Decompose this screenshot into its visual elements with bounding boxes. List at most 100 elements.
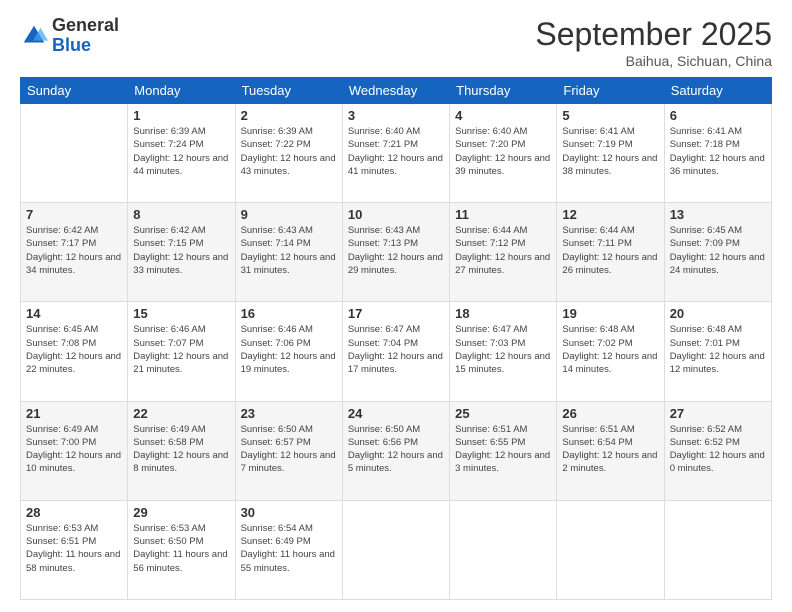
cell-info: Sunrise: 6:39 AMSunset: 7:22 PMDaylight:… <box>241 125 337 178</box>
cell-info: Sunrise: 6:41 AMSunset: 7:18 PMDaylight:… <box>670 125 766 178</box>
header-tuesday: Tuesday <box>235 78 342 104</box>
day-number: 5 <box>562 108 658 123</box>
cell-info: Sunrise: 6:41 AMSunset: 7:19 PMDaylight:… <box>562 125 658 178</box>
calendar-cell: 20 Sunrise: 6:48 AMSunset: 7:01 PMDayligh… <box>664 302 771 401</box>
header-wednesday: Wednesday <box>342 78 449 104</box>
calendar-week-3: 14Sunrise: 6:45 AMSunset: 7:08 PMDayligh… <box>21 302 772 401</box>
calendar-cell: 21Sunrise: 6:49 AMSunset: 7:00 PMDayligh… <box>21 401 128 500</box>
cell-info: Sunrise: 6:47 AMSunset: 7:04 PMDaylight:… <box>348 323 444 376</box>
calendar-cell: 9 Sunrise: 6:43 AMSunset: 7:14 PMDaylight… <box>235 203 342 302</box>
calendar-cell: 28Sunrise: 6:53 AMSunset: 6:51 PMDayligh… <box>21 500 128 599</box>
calendar-cell: 8 Sunrise: 6:42 AMSunset: 7:15 PMDaylight… <box>128 203 235 302</box>
calendar-cell: 14Sunrise: 6:45 AMSunset: 7:08 PMDayligh… <box>21 302 128 401</box>
cell-info: Sunrise: 6:51 AMSunset: 6:54 PMDaylight:… <box>562 423 658 476</box>
day-number: 30 <box>241 505 337 520</box>
header-monday: Monday <box>128 78 235 104</box>
header-thursday: Thursday <box>450 78 557 104</box>
day-number: 19 <box>562 306 658 321</box>
cell-info: Sunrise: 6:48 AMSunset: 7:02 PMDaylight:… <box>562 323 658 376</box>
cell-info: Sunrise: 6:51 AMSunset: 6:55 PMDaylight:… <box>455 423 551 476</box>
calendar-week-2: 7 Sunrise: 6:42 AMSunset: 7:17 PMDaylight… <box>21 203 772 302</box>
day-number: 24 <box>348 406 444 421</box>
cell-info: Sunrise: 6:53 AMSunset: 6:50 PMDaylight:… <box>133 522 229 575</box>
cell-info: Sunrise: 6:53 AMSunset: 6:51 PMDaylight:… <box>26 522 122 575</box>
calendar-cell: 12Sunrise: 6:44 AMSunset: 7:11 PMDayligh… <box>557 203 664 302</box>
calendar-cell: 13 Sunrise: 6:45 AMSunset: 7:09 PMDayligh… <box>664 203 771 302</box>
day-number: 8 <box>133 207 229 222</box>
calendar-week-5: 28Sunrise: 6:53 AMSunset: 6:51 PMDayligh… <box>21 500 772 599</box>
cell-info: Sunrise: 6:43 AMSunset: 7:14 PMDaylight:… <box>241 224 337 277</box>
day-number: 20 <box>670 306 766 321</box>
day-number: 1 <box>133 108 229 123</box>
cell-info: Sunrise: 6:43 AMSunset: 7:13 PMDaylight:… <box>348 224 444 277</box>
cell-info: Sunrise: 6:44 AMSunset: 7:11 PMDaylight:… <box>562 224 658 277</box>
cell-info: Sunrise: 6:49 AMSunset: 7:00 PMDaylight:… <box>26 423 122 476</box>
cell-info: Sunrise: 6:48 AMSunset: 7:01 PMDaylight:… <box>670 323 766 376</box>
cell-info: Sunrise: 6:46 AMSunset: 7:06 PMDaylight:… <box>241 323 337 376</box>
subtitle: Baihua, Sichuan, China <box>535 53 772 69</box>
cell-info: Sunrise: 6:42 AMSunset: 7:17 PMDaylight:… <box>26 224 122 277</box>
calendar-cell <box>450 500 557 599</box>
calendar-table: SundayMondayTuesdayWednesdayThursdayFrid… <box>20 77 772 600</box>
calendar-cell <box>557 500 664 599</box>
calendar-cell: 4 Sunrise: 6:40 AMSunset: 7:20 PMDaylight… <box>450 104 557 203</box>
calendar-cell: 2 Sunrise: 6:39 AMSunset: 7:22 PMDaylight… <box>235 104 342 203</box>
cell-info: Sunrise: 6:50 AMSunset: 6:57 PMDaylight:… <box>241 423 337 476</box>
header-friday: Friday <box>557 78 664 104</box>
calendar-cell: 3 Sunrise: 6:40 AMSunset: 7:21 PMDaylight… <box>342 104 449 203</box>
cell-info: Sunrise: 6:42 AMSunset: 7:15 PMDaylight:… <box>133 224 229 277</box>
day-number: 16 <box>241 306 337 321</box>
cell-info: Sunrise: 6:45 AMSunset: 7:08 PMDaylight:… <box>26 323 122 376</box>
calendar-cell: 6 Sunrise: 6:41 AMSunset: 7:18 PMDaylight… <box>664 104 771 203</box>
calendar-cell: 16 Sunrise: 6:46 AMSunset: 7:06 PMDayligh… <box>235 302 342 401</box>
calendar-cell: 25 Sunrise: 6:51 AMSunset: 6:55 PMDayligh… <box>450 401 557 500</box>
day-number: 6 <box>670 108 766 123</box>
calendar-cell: 19 Sunrise: 6:48 AMSunset: 7:02 PMDayligh… <box>557 302 664 401</box>
calendar-cell <box>21 104 128 203</box>
logo-blue: Blue <box>52 35 91 55</box>
day-number: 29 <box>133 505 229 520</box>
calendar-cell: 24 Sunrise: 6:50 AMSunset: 6:56 PMDayligh… <box>342 401 449 500</box>
header: General Blue September 2025 Baihua, Sich… <box>20 16 772 69</box>
day-number: 17 <box>348 306 444 321</box>
cell-info: Sunrise: 6:46 AMSunset: 7:07 PMDaylight:… <box>133 323 229 376</box>
day-number: 10 <box>348 207 444 222</box>
header-sunday: Sunday <box>21 78 128 104</box>
calendar-cell: 7 Sunrise: 6:42 AMSunset: 7:17 PMDaylight… <box>21 203 128 302</box>
calendar-cell: 15 Sunrise: 6:46 AMSunset: 7:07 PMDayligh… <box>128 302 235 401</box>
day-number: 25 <box>455 406 551 421</box>
calendar-cell: 5 Sunrise: 6:41 AMSunset: 7:19 PMDaylight… <box>557 104 664 203</box>
page: General Blue September 2025 Baihua, Sich… <box>0 0 792 612</box>
calendar-cell: 11Sunrise: 6:44 AMSunset: 7:12 PMDayligh… <box>450 203 557 302</box>
calendar-cell: 30 Sunrise: 6:54 AMSunset: 6:49 PMDayligh… <box>235 500 342 599</box>
cell-info: Sunrise: 6:50 AMSunset: 6:56 PMDaylight:… <box>348 423 444 476</box>
calendar-cell: 18 Sunrise: 6:47 AMSunset: 7:03 PMDayligh… <box>450 302 557 401</box>
cell-info: Sunrise: 6:40 AMSunset: 7:21 PMDaylight:… <box>348 125 444 178</box>
day-number: 26 <box>562 406 658 421</box>
day-number: 4 <box>455 108 551 123</box>
cell-info: Sunrise: 6:47 AMSunset: 7:03 PMDaylight:… <box>455 323 551 376</box>
day-number: 18 <box>455 306 551 321</box>
day-number: 7 <box>26 207 122 222</box>
day-number: 27 <box>670 406 766 421</box>
cell-info: Sunrise: 6:45 AMSunset: 7:09 PMDaylight:… <box>670 224 766 277</box>
cell-info: Sunrise: 6:54 AMSunset: 6:49 PMDaylight:… <box>241 522 337 575</box>
calendar-cell: 23Sunrise: 6:50 AMSunset: 6:57 PMDayligh… <box>235 401 342 500</box>
calendar-cell: 1Sunrise: 6:39 AMSunset: 7:24 PMDaylight… <box>128 104 235 203</box>
day-number: 3 <box>348 108 444 123</box>
calendar-cell: 10 Sunrise: 6:43 AMSunset: 7:13 PMDayligh… <box>342 203 449 302</box>
day-number: 15 <box>133 306 229 321</box>
logo-general: General <box>52 15 119 35</box>
cell-info: Sunrise: 6:40 AMSunset: 7:20 PMDaylight:… <box>455 125 551 178</box>
day-number: 9 <box>241 207 337 222</box>
day-number: 11 <box>455 207 551 222</box>
logo-text: General Blue <box>52 16 119 56</box>
calendar-cell: 29 Sunrise: 6:53 AMSunset: 6:50 PMDayligh… <box>128 500 235 599</box>
day-number: 13 <box>670 207 766 222</box>
calendar-cell: 22Sunrise: 6:49 AMSunset: 6:58 PMDayligh… <box>128 401 235 500</box>
calendar-week-4: 21Sunrise: 6:49 AMSunset: 7:00 PMDayligh… <box>21 401 772 500</box>
calendar-cell <box>342 500 449 599</box>
header-saturday: Saturday <box>664 78 771 104</box>
calendar-cell <box>664 500 771 599</box>
day-number: 2 <box>241 108 337 123</box>
